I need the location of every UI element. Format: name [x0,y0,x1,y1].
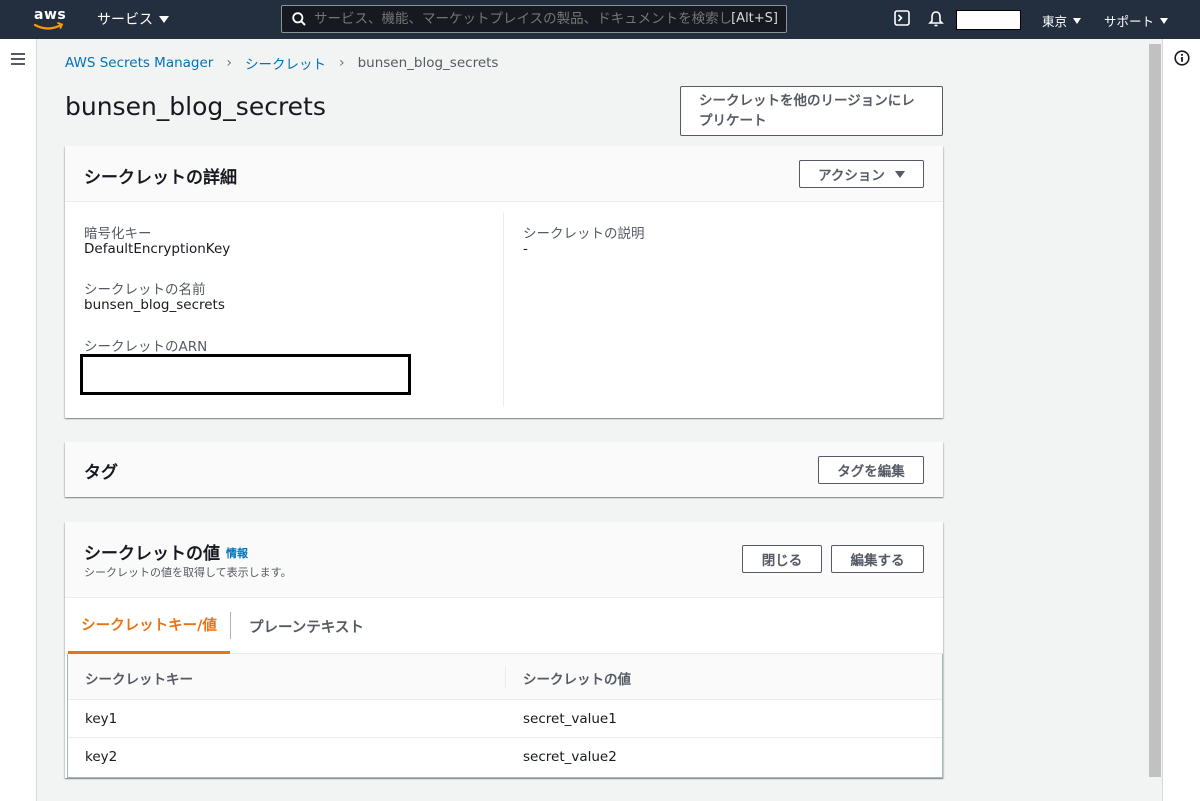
panel-subtitle: シークレットの値を取得して表示します。 [84,566,292,579]
panel-title-text: シークレットの値 [84,544,220,564]
services-menu[interactable]: サービス [97,9,169,29]
bell-icon[interactable] [928,10,944,27]
secret-description-value: - [523,241,528,257]
secret-value-cell: secret_value2 [523,749,617,765]
tab-divider [230,612,231,639]
table-header: シークレットキー シークレットの値 [68,654,942,700]
column-header-key: シークレットキー [85,672,193,688]
aws-smile-icon [33,22,64,30]
secret-key-cell: key1 [85,711,118,727]
secret-name-value: bunsen_blog_secrets [84,297,225,313]
info-link[interactable]: 情報 [226,547,248,560]
secret-description-label: シークレットの説明 [523,226,645,242]
replicate-secret-button[interactable]: シークレットを他のリージョンにレプリケート [680,86,943,136]
close-button[interactable]: 閉じる [742,545,822,573]
secret-value-panel: シークレットの値 情報 シークレットの値を取得して表示します。 閉じる 編集する … [65,522,943,778]
breadcrumb: AWS Secrets Manager › シークレット › bunsen_bl… [65,53,498,73]
aws-logo[interactable]: aws [32,7,66,31]
region-label: 東京 [1042,14,1068,29]
table-row: key1 secret_value1 [68,700,942,738]
panel-title: シークレットの値 情報 [84,539,248,564]
breadcrumb-secrets-manager[interactable]: AWS Secrets Manager [65,55,213,71]
secret-value-cell: secret_value1 [523,711,617,727]
secret-name-label: シークレットの名前 [84,282,206,298]
tab-key-value[interactable]: シークレットキー/値 [68,598,230,654]
region-selector[interactable]: 東京 [1042,11,1082,30]
encryption-key-value: DefaultEncryptionKey [84,241,231,257]
panel-title: シークレットの詳細 [84,168,237,188]
support-menu[interactable]: サポート [1104,11,1169,30]
scrollbar-thumb[interactable] [1149,44,1161,777]
breadcrumb-current: bunsen_blog_secrets [357,55,499,71]
support-label: サポート [1104,14,1155,29]
edit-tags-button[interactable]: タグを編集 [818,456,924,484]
column-divider [503,212,504,407]
account-menu[interactable] [956,10,1021,30]
actions-label: アクション [818,168,885,184]
right-rail [1162,39,1200,801]
chevron-down-icon [1160,17,1169,24]
search-shortcut: [Alt+S] [731,11,778,26]
chevron-down-icon [894,170,905,178]
encryption-key-label: 暗号化キー [84,226,152,242]
panel-header: シークレットの値 情報 シークレットの値を取得して表示します。 閉じる 編集する [65,522,943,598]
panel-header: シークレットの詳細 アクション [65,146,943,202]
info-icon[interactable] [1174,50,1190,66]
chevron-down-icon [1073,17,1082,24]
secret-arn-label: シークレットのARN [84,339,208,355]
column-divider [505,666,506,688]
column-header-value: シークレットの値 [523,672,631,688]
table-row: key2 secret_value2 [68,738,942,776]
actions-button[interactable]: アクション [799,160,924,188]
panel-title: タグ [84,463,118,483]
secret-details-panel: シークレットの詳細 アクション 暗号化キー DefaultEncryptionK… [65,146,943,418]
search-icon [292,12,306,26]
cloudshell-icon[interactable] [894,10,910,26]
page-title: bunsen_blog_secrets [65,92,326,121]
services-label: サービス [97,12,153,28]
secret-arn-redacted [80,354,411,395]
chevron-right-icon: › [226,55,232,71]
breadcrumb-secrets[interactable]: シークレット [245,53,326,73]
top-navigation: aws サービス [Alt+S] 東京 サポート [0,0,1200,39]
search-input[interactable] [314,11,734,27]
tags-panel: タグ タグを編集 [65,442,943,497]
menu-icon[interactable] [11,53,25,65]
tab-list: シークレットキー/値 プレーンテキスト [65,598,943,654]
secret-key-cell: key2 [85,749,118,765]
tab-plaintext[interactable]: プレーンテキスト [249,598,364,654]
chevron-right-icon: › [338,55,345,71]
left-rail [0,39,37,801]
chevron-down-icon [159,15,169,23]
edit-button[interactable]: 編集する [831,545,924,573]
secret-values-table: シークレットキー シークレットの値 key1 secret_value1 key… [67,654,943,778]
global-search[interactable]: [Alt+S] [281,5,787,33]
